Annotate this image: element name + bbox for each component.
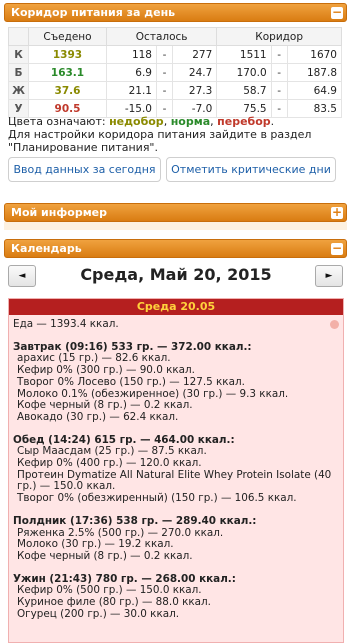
- informer-panel-header[interactable]: Мой информер +: [4, 203, 347, 222]
- table-row: К 1393 118-277 1511-1670: [8, 45, 343, 64]
- legend-under: недобор: [109, 115, 164, 128]
- expand-icon[interactable]: +: [331, 206, 343, 219]
- legend-block: Цвета означают: недобор, норма, перебор.…: [8, 115, 344, 154]
- table-header-row: Съедено Осталось Коридор: [8, 27, 342, 46]
- apple-icon: [330, 320, 339, 329]
- informer-panel-body: [4, 222, 347, 230]
- row-label: Ж: [8, 81, 29, 100]
- column-header: Коридор: [216, 27, 342, 46]
- corridor-panel-header: Коридор питания за день −: [4, 3, 347, 22]
- left-to-value: 24.7: [171, 63, 218, 82]
- meal-item: Творог 0% Лосево (150 гр.) — 127.5 ккал.: [17, 375, 245, 388]
- corridor-to-value: 64.9: [286, 81, 343, 100]
- range-dash: -: [270, 81, 288, 100]
- day-header: Среда 20.05: [9, 299, 343, 315]
- legend-over: перебор: [217, 115, 271, 128]
- corridor-table: Съедено Осталось Коридор К 1393 118-277 151…: [8, 27, 343, 118]
- day-entry-box: Среда 20.05 Еда — 1393.4 ккал. Завтрак (…: [8, 298, 344, 643]
- meal-item: Огурец (200 гр.) — 30.0 ккал.: [17, 607, 180, 620]
- calendar-date-title: Среда, Май 20, 2015: [80, 265, 272, 284]
- informer-panel-title: Мой информер: [11, 206, 108, 219]
- corridor-from-value: 1511: [216, 45, 272, 64]
- legend-prefix: Цвета означают:: [8, 115, 110, 128]
- legend-norm: норма: [170, 115, 211, 128]
- table-row: Б 163.1 6.9-24.7 170.0-187.8: [8, 63, 343, 82]
- collapse-icon[interactable]: −: [331, 6, 343, 19]
- left-from-value: 21.1: [106, 81, 157, 100]
- eaten-value: 1393: [28, 45, 107, 64]
- range-dash: -: [270, 63, 288, 82]
- meal-item: Творог 0% (обезжиренный) (150 гр.) — 106…: [17, 492, 297, 505]
- food-total: Еда — 1393.4 ккал.: [13, 318, 119, 330]
- range-dash: -: [155, 45, 173, 64]
- eaten-value: 37.6: [28, 81, 107, 100]
- day-content: Еда — 1393.4 ккал. Завтрак (09:16) 533 г…: [9, 315, 343, 620]
- calendar-panel-header: Календарь −: [4, 239, 347, 258]
- column-header: Осталось: [105, 27, 218, 46]
- left-from-value: 6.9: [106, 63, 157, 82]
- eaten-value: 163.1: [28, 63, 107, 82]
- column-header: [8, 27, 29, 46]
- meal-item: Куриное филе (80 гр.) — 88.0 ккал.: [17, 596, 211, 609]
- left-from-value: 118: [106, 45, 157, 64]
- next-day-button[interactable]: ►: [315, 265, 343, 287]
- planning-note: Для настройки коридора питания зайдите в…: [8, 128, 312, 154]
- corridor-panel-title: Коридор питания за день: [11, 6, 176, 19]
- range-dash: -: [155, 81, 173, 100]
- corridor-from-value: 58.7: [216, 81, 272, 100]
- range-dash: -: [270, 45, 288, 64]
- corridor-to-value: 187.8: [286, 63, 343, 82]
- meal-item: Кофе черный (8 гр.) — 0.2 ккал.: [17, 549, 193, 562]
- enter-today-button[interactable]: Ввод данных за сегодня: [8, 157, 161, 182]
- calendar-panel-title: Календарь: [11, 242, 82, 255]
- column-header: Съедено: [28, 27, 107, 46]
- color-legend: Цвета означают: недобор, норма, перебор.: [8, 115, 275, 128]
- corridor-from-value: 170.0: [216, 63, 272, 82]
- collapse-icon[interactable]: −: [331, 242, 343, 255]
- corridor-to-value: 1670: [286, 45, 343, 64]
- row-label: Б: [8, 63, 29, 82]
- mark-critical-days-button[interactable]: Отметить критические дни: [166, 157, 336, 182]
- meal-item: Кефир 0% (400 гр.) — 120.0 ккал.: [17, 457, 202, 470]
- meal-item: Авокадо (30 гр.) — 62.4 ккал.: [17, 410, 179, 423]
- prev-day-button[interactable]: ◄: [8, 265, 36, 287]
- table-row: Ж 37.6 21.1-27.3 58.7-64.9: [8, 81, 343, 100]
- left-to-value: 277: [171, 45, 218, 64]
- meal-item: Протеин Dymatize All Natural Elite Whey …: [17, 468, 332, 493]
- meal-title: Полдник (17:36) 538 гр. — 289.40 ккал.:: [13, 514, 257, 527]
- left-to-value: 27.3: [171, 81, 218, 100]
- row-label: К: [8, 45, 29, 64]
- range-dash: -: [155, 63, 173, 82]
